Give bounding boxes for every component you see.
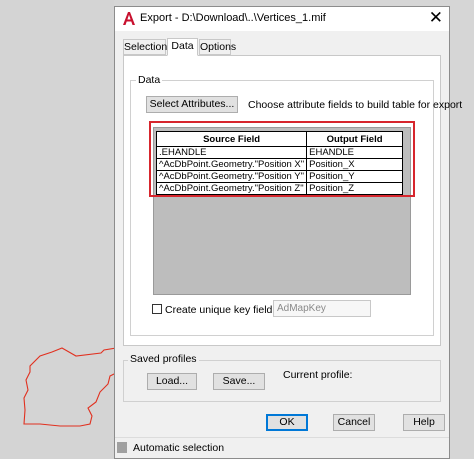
status-indicator [117, 442, 127, 453]
autocad-icon [123, 12, 135, 25]
ok-button[interactable]: OK [266, 414, 308, 431]
status-bar: Automatic selection [115, 437, 449, 458]
select-attributes-button[interactable]: Select Attributes... [146, 96, 238, 113]
saved-profiles-label: Saved profiles [128, 353, 199, 365]
title-bar: Export - D:\Download\..\Vertices_1.mif ✕ [115, 7, 449, 31]
tab-options[interactable]: Options [199, 39, 236, 55]
close-icon[interactable]: ✕ [429, 9, 443, 27]
tab-data[interactable]: Data [167, 38, 198, 56]
unique-key-checkbox[interactable] [152, 304, 162, 314]
unique-key-field[interactable]: AdMapKey [273, 300, 371, 317]
select-attributes-hint: Choose attribute fields to build table f… [248, 99, 463, 111]
status-text: Automatic selection [133, 442, 225, 454]
current-profile-label: Current profile: [283, 369, 353, 381]
window-title: Export - D:\Download\..\Vertices_1.mif [140, 12, 326, 24]
tab-selection[interactable]: Selection [123, 39, 167, 55]
unique-key-label: Create unique key field: [165, 304, 276, 316]
data-group-label: Data [136, 74, 163, 86]
polygon-drawing [23, 333, 127, 427]
cancel-button[interactable]: Cancel [333, 414, 375, 431]
help-button[interactable]: Help [403, 414, 445, 431]
export-dialog: Export - D:\Download\..\Vertices_1.mif ✕… [114, 6, 462, 459]
highlight-annotation-box [149, 121, 415, 197]
load-profile-button[interactable]: Load... [147, 373, 197, 390]
save-profile-button[interactable]: Save... [213, 373, 265, 390]
